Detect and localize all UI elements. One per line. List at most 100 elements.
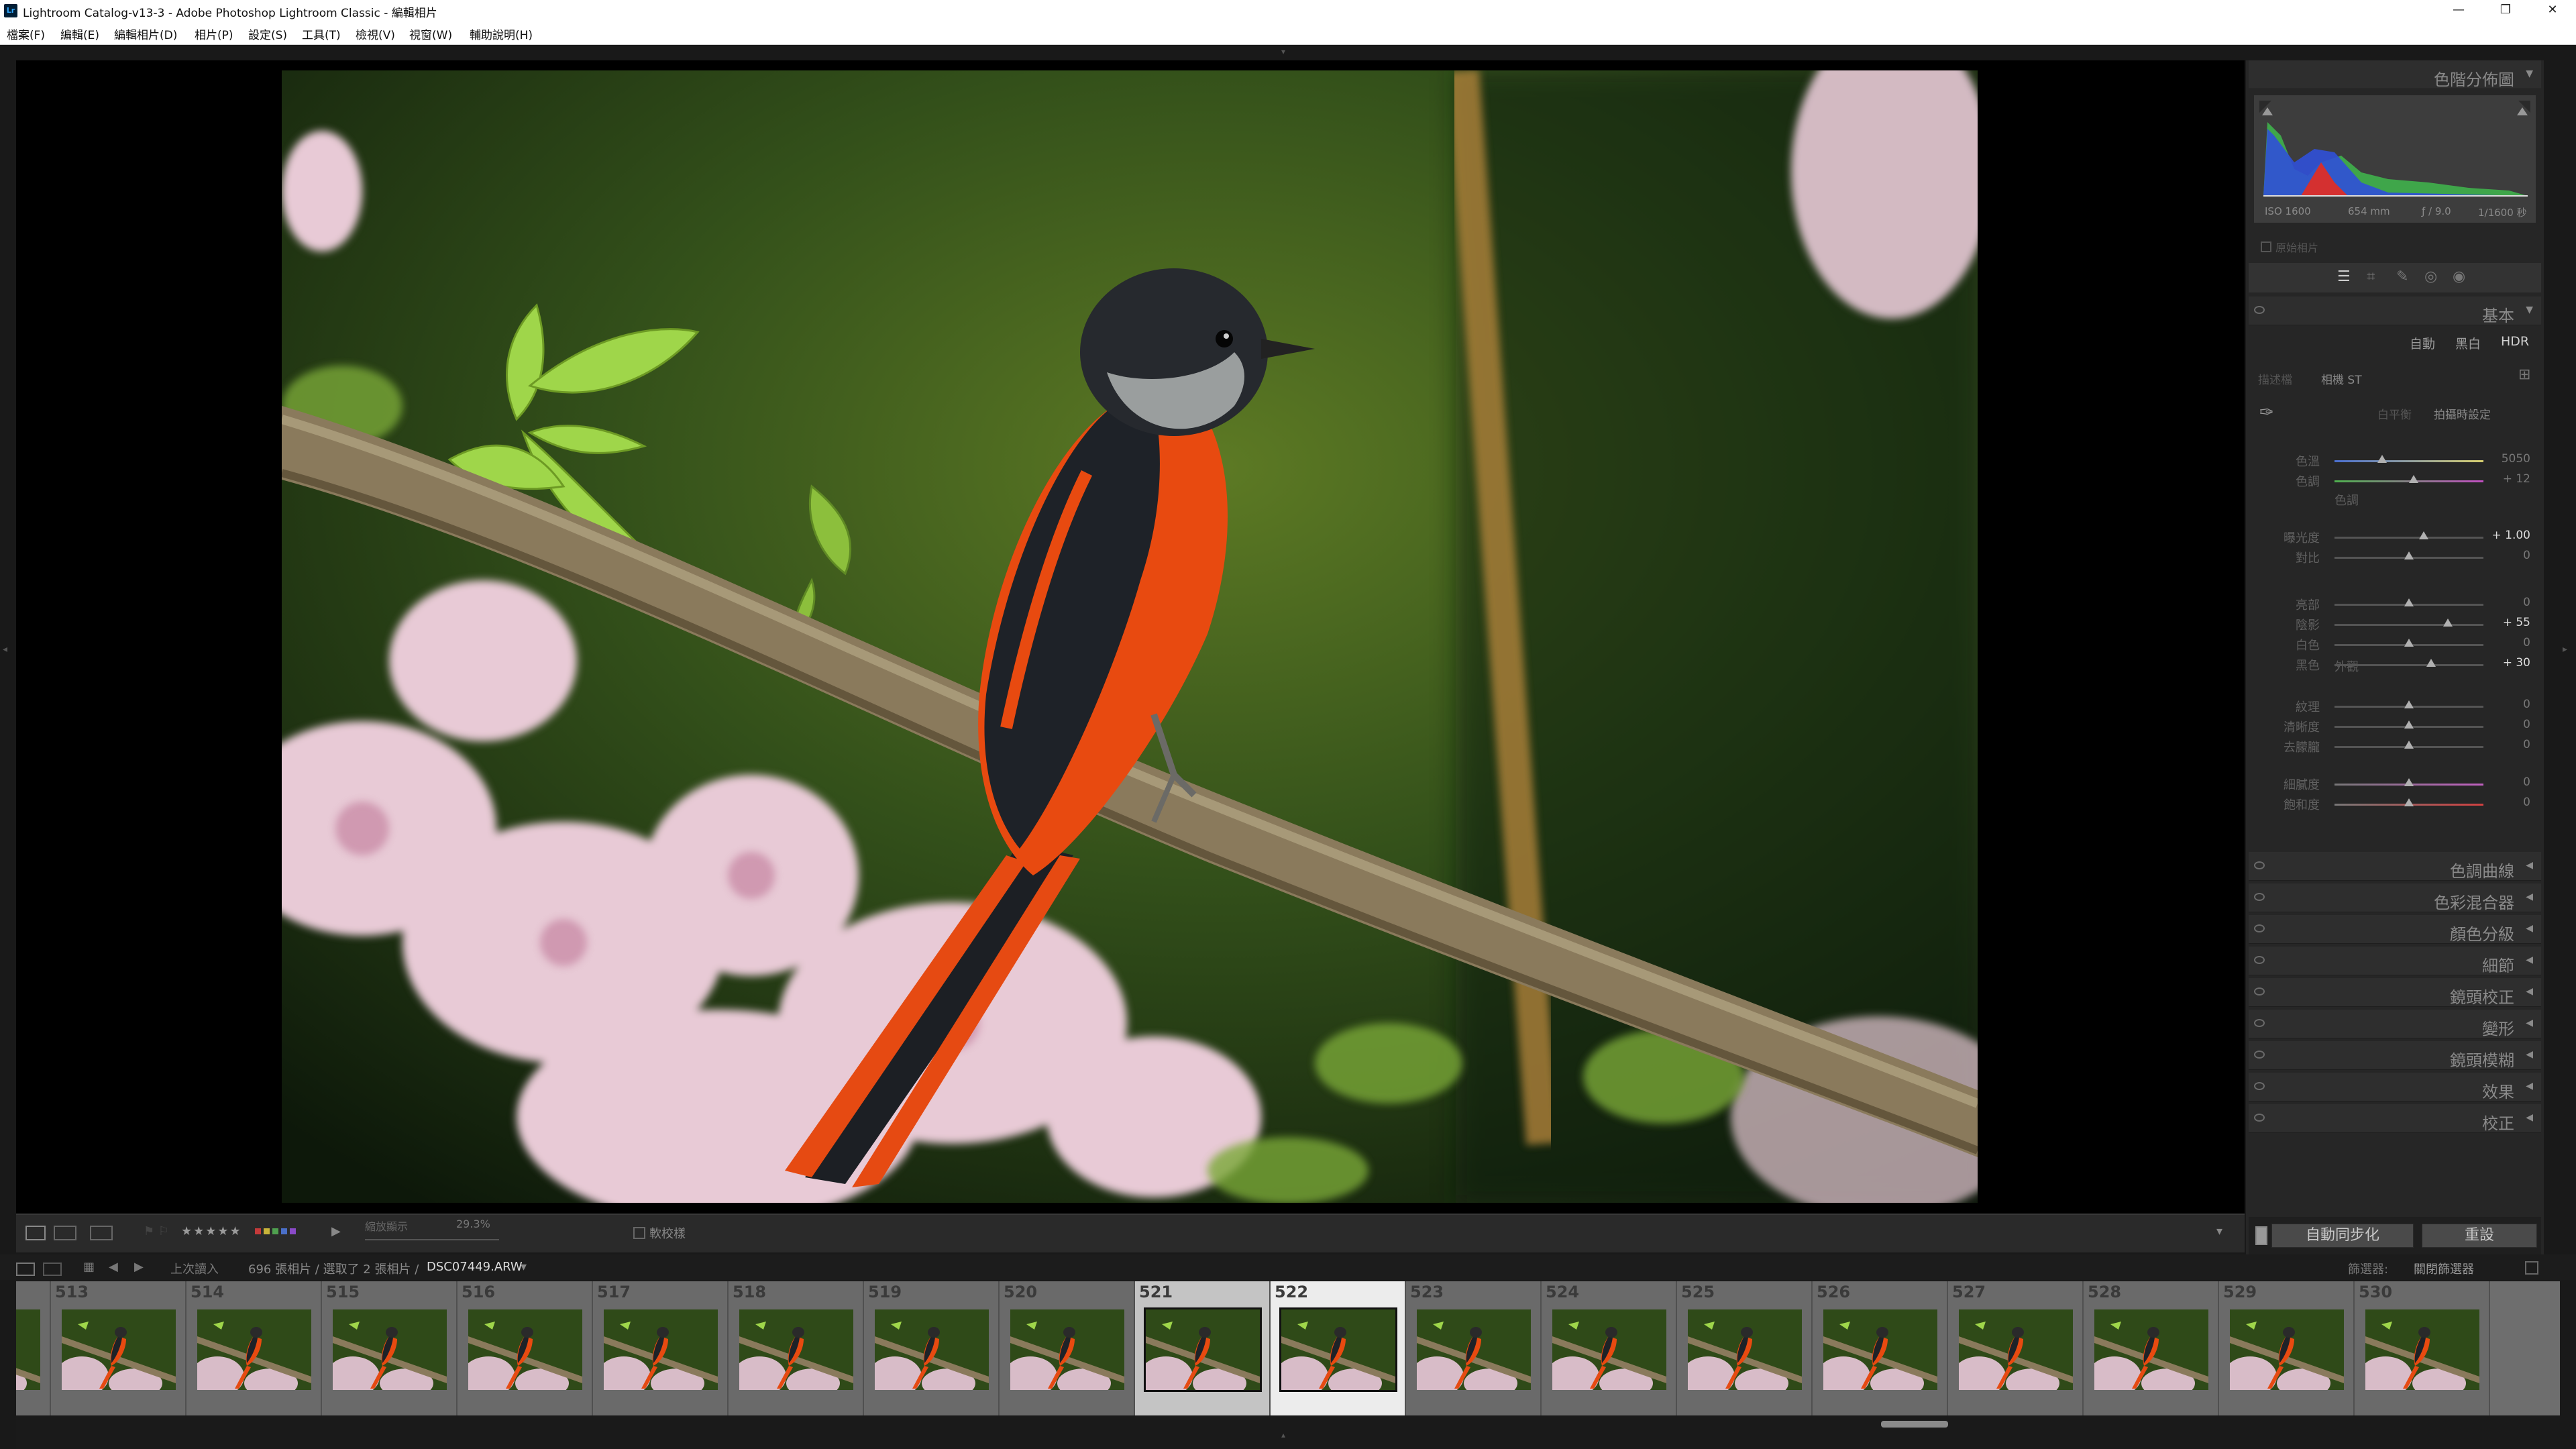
flag-icon[interactable]: ⚑ ⚐ [144,1224,169,1238]
compare-view-icon[interactable] [90,1226,113,1240]
close-icon[interactable]: ✕ [2529,0,2576,21]
slider-knob[interactable] [2404,741,2414,749]
slider-row[interactable]: 色調 + 12 [2249,471,2541,491]
collapse-triangle-icon[interactable]: ▼ [2526,305,2533,315]
slider-knob[interactable] [2408,475,2418,483]
slider-knob[interactable] [2404,551,2414,559]
panel-visibility-eye-icon[interactable] [2254,861,2265,869]
source-label[interactable]: 上次讀入 [170,1260,219,1277]
filmstrip-cell[interactable]: 530 [2355,1281,2490,1415]
slider-value[interactable]: + 30 [2503,656,2530,669]
slider-knob[interactable] [2426,659,2436,667]
filename-chevron-icon[interactable]: ▾ [521,1260,527,1274]
slider-row[interactable]: 去朦朧 0 [2249,737,2541,757]
filmstrip-thumbnail[interactable] [604,1309,718,1390]
menu-file[interactable]: 檔案(F) [7,25,45,42]
slider-row[interactable]: 對比 0 [2249,547,2541,568]
filmstrip-cell[interactable]: 520 [1000,1281,1135,1415]
panel-header[interactable]: 顏色分級 ◀ [2249,915,2541,944]
slider-row[interactable]: 黑色 + 30 [2249,655,2541,675]
wb-value[interactable]: 拍攝時設定 [2434,405,2491,422]
expand-triangle-icon[interactable]: ◀ [2526,923,2533,934]
panel-header[interactable]: 色調曲線 ◀ [2249,852,2541,881]
slider-track[interactable] [2334,537,2483,539]
filmstrip-scrollbar[interactable] [1881,1421,1948,1428]
slider-value[interactable]: 0 [2523,698,2530,711]
panel-header[interactable]: 鏡頭模糊 ◀ [2249,1041,2541,1070]
slider-value[interactable]: 0 [2523,775,2530,789]
panel-visibility-eye-icon[interactable] [2254,893,2265,901]
menu-view[interactable]: 檢視(V) [356,25,395,42]
slider-knob[interactable] [2404,700,2414,708]
filmstrip-cell[interactable]: 526 [1813,1281,1948,1415]
slider-row[interactable]: 紋理 0 [2249,696,2541,716]
panel-header[interactable]: 變形 ◀ [2249,1010,2541,1038]
filmstrip-cell[interactable]: 525 [1677,1281,1813,1415]
slider-value[interactable]: 0 [2523,718,2530,731]
filmstrip-cell[interactable]: 518 [729,1281,864,1415]
minimize-icon[interactable]: — [2435,0,2482,21]
toolbar-menu-chevron-icon[interactable]: ▾ [2216,1224,2222,1238]
before-after-icon[interactable] [54,1226,76,1240]
filmstrip-thumbnail[interactable] [62,1309,176,1390]
panel-header[interactable]: 色彩混合器 ◀ [2249,883,2541,912]
wb-eyedropper-icon[interactable]: ✑ [2259,402,2274,423]
star-rating[interactable]: ★★★★★ [181,1224,242,1238]
menu-tools[interactable]: 工具(T) [302,25,341,42]
filmstrip-thumbnail[interactable] [1417,1309,1531,1390]
top-panel-toggle-icon[interactable]: ▾ [1281,47,1285,56]
histogram-graph[interactable]: ISO 1600 654 mm ƒ / 9.0 1/1600 秒 [2254,95,2536,223]
slider-knob[interactable] [2404,778,2414,786]
slider-value[interactable]: 0 [2523,636,2530,649]
filmstrip-thumbnail[interactable] [1279,1307,1397,1392]
menu-develop[interactable]: 編輯相片(D) [114,25,177,42]
reset-button[interactable]: 重設 [2422,1224,2537,1248]
slider-track[interactable] [2334,624,2483,626]
filmstrip-cell[interactable]: 527 [1948,1281,2084,1415]
slider-knob[interactable] [2404,798,2414,806]
panel-header[interactable]: 校正 ◀ [2249,1104,2541,1133]
filmstrip-cell[interactable]: 521 [1135,1281,1271,1415]
panel-visibility-eye-icon[interactable] [2254,924,2265,932]
panel-visibility-eye-icon[interactable] [2254,306,2265,314]
panel-header[interactable]: 鏡頭校正 ◀ [2249,978,2541,1007]
slider-value[interactable]: 0 [2523,549,2530,562]
filmstrip-thumbnail[interactable] [333,1309,447,1390]
right-panel-toggle-icon[interactable]: ▸ [2563,644,2567,655]
softproof-checkbox[interactable] [633,1227,645,1239]
filmstrip-cell[interactable]: 513 [51,1281,186,1415]
menu-help[interactable]: 輔助說明(H) [470,25,533,42]
loupe-view-icon[interactable] [25,1226,46,1240]
edit-sliders-icon[interactable]: ☰ [2337,268,2351,285]
filmstrip-cell[interactable]: 529 [2219,1281,2355,1415]
panel-visibility-eye-icon[interactable] [2254,956,2265,964]
slider-value[interactable]: 5050 [2502,452,2530,466]
filmstrip-thumbnail[interactable] [875,1309,989,1390]
panel-visibility-eye-icon[interactable] [2254,1019,2265,1027]
panel-visibility-eye-icon[interactable] [2254,1082,2265,1090]
panel-header[interactable]: 效果 ◀ [2249,1073,2541,1102]
slider-row[interactable]: 白色 0 [2249,635,2541,655]
next-arrow-icon[interactable]: ▶ [134,1260,144,1274]
filmstrip-thumbnail[interactable] [1823,1309,1937,1390]
auto-button[interactable]: 自動 [2410,334,2435,352]
slider-row[interactable]: 亮部 0 [2249,594,2541,614]
main-photo[interactable] [282,70,1978,1203]
filmstrip-cell[interactable]: 522 [1271,1281,1406,1415]
filmstrip-cell[interactable]: 515 [322,1281,458,1415]
filmstrip-thumbnail[interactable] [468,1309,582,1390]
hdr-button[interactable]: HDR [2501,334,2529,349]
secondary-window-icon[interactable] [43,1263,62,1276]
filmstrip-thumbnail[interactable] [1552,1309,1666,1390]
maximize-icon[interactable]: ❐ [2482,0,2529,21]
expand-triangle-icon[interactable]: ◀ [2526,955,2533,965]
panel-visibility-eye-icon[interactable] [2254,1051,2265,1059]
panel-visibility-eye-icon[interactable] [2254,987,2265,996]
panel-visibility-eye-icon[interactable] [2254,1114,2265,1122]
panel-header[interactable]: 細節 ◀ [2249,947,2541,975]
filmstrip-thumbnail[interactable] [16,1309,40,1390]
heal-icon[interactable]: ✎ [2396,268,2408,285]
expand-triangle-icon[interactable]: ◀ [2526,1112,2533,1123]
filmstrip-cell[interactable]: 514 [186,1281,322,1415]
slider-value[interactable]: 0 [2523,596,2530,609]
